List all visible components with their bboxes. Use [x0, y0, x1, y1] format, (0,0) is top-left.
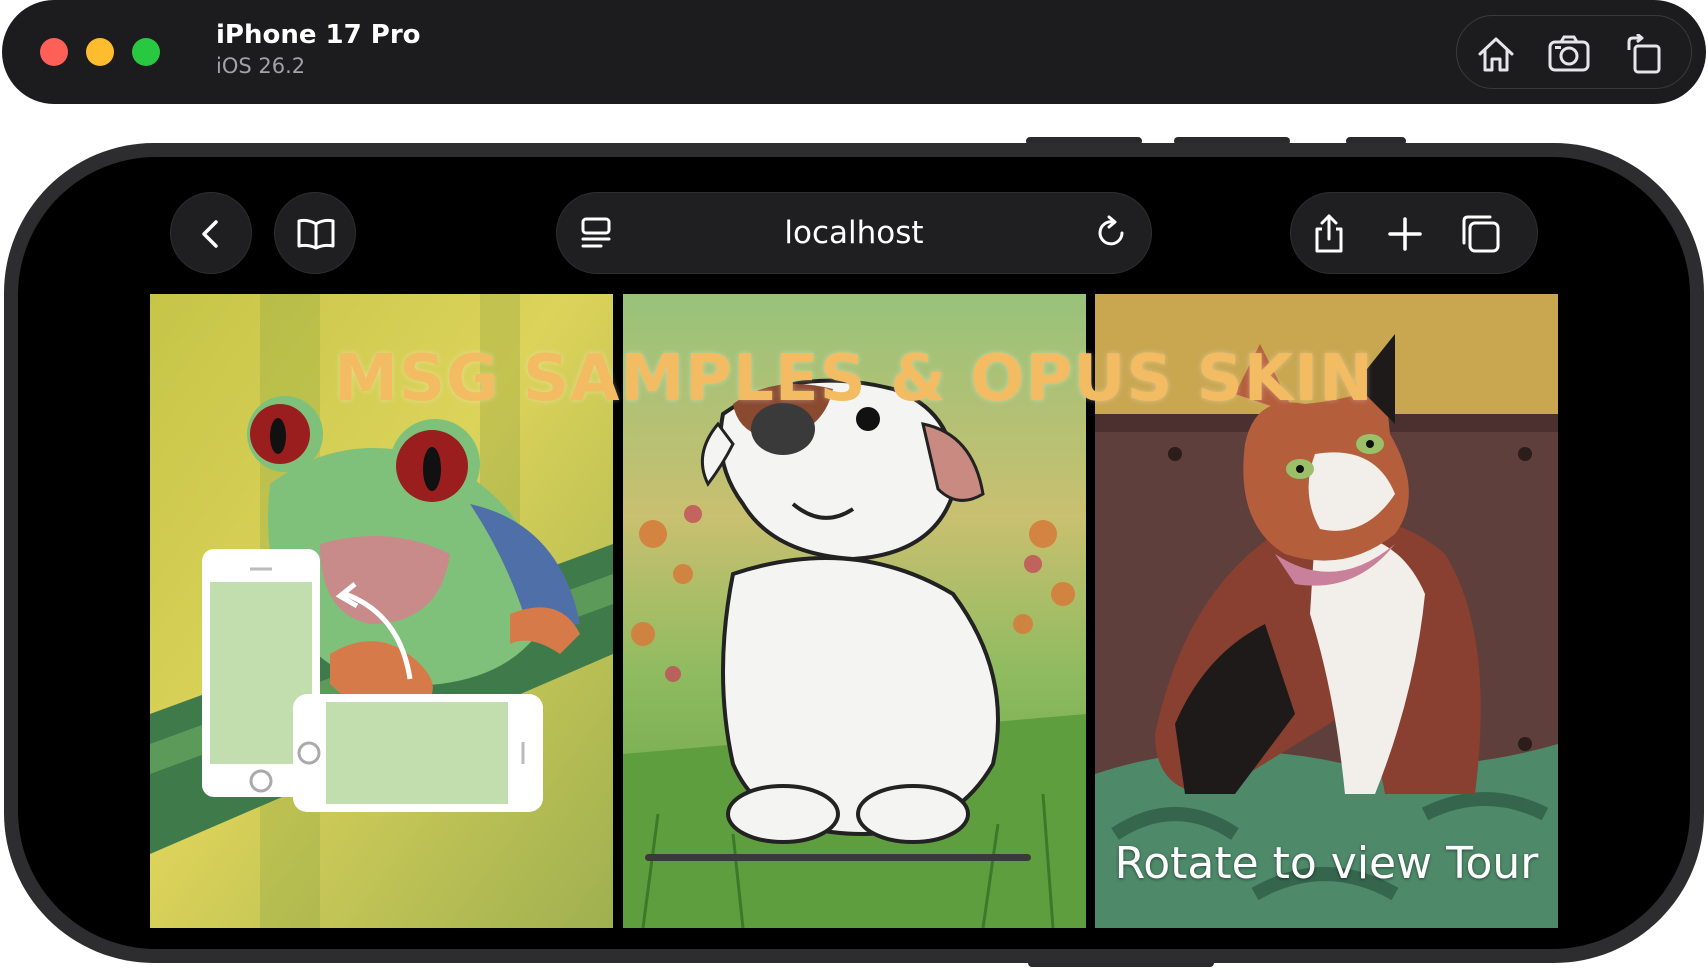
- page-scrollbar: [645, 854, 1031, 861]
- minimize-window-button[interactable]: [86, 38, 114, 66]
- bookmarks-button[interactable]: [274, 192, 356, 274]
- back-button[interactable]: [170, 192, 252, 274]
- page-headline: MSG SAMPLES & OPUS SKIN: [334, 342, 1374, 416]
- simulator-toolbar: [1456, 15, 1692, 89]
- tabs-icon[interactable]: [1459, 213, 1503, 259]
- iphone-screen: localhost MSG SAMPLES & OPUS SKIN Rotate…: [18, 157, 1690, 949]
- simulator-title-bar: iPhone 17 Pro iOS 26.2: [2, 0, 1706, 104]
- new-tab-icon[interactable]: [1385, 213, 1425, 259]
- home-icon[interactable]: [1475, 34, 1517, 74]
- os-version: iOS 26.2: [216, 54, 306, 78]
- rotate-prompt: Rotate to view Tour: [1114, 838, 1539, 889]
- url-bar[interactable]: localhost: [556, 192, 1152, 274]
- screenshot-icon[interactable]: [1547, 34, 1590, 74]
- device-name: iPhone 17 Pro: [216, 20, 421, 50]
- safari-actions: [1290, 192, 1538, 274]
- bookmarks-icon: [297, 218, 335, 250]
- reload-icon[interactable]: [1093, 213, 1129, 257]
- iphone-frame: localhost MSG SAMPLES & OPUS SKIN Rotate…: [4, 143, 1704, 963]
- rotate-icon[interactable]: [1623, 32, 1665, 74]
- close-window-button[interactable]: [40, 38, 68, 66]
- web-content: MSG SAMPLES & OPUS SKIN Rotate to view T…: [150, 294, 1558, 928]
- back-chevron-icon: [202, 220, 218, 248]
- share-icon[interactable]: [1309, 213, 1349, 259]
- zoom-window-button[interactable]: [132, 38, 160, 66]
- url-text[interactable]: localhost: [557, 215, 1151, 251]
